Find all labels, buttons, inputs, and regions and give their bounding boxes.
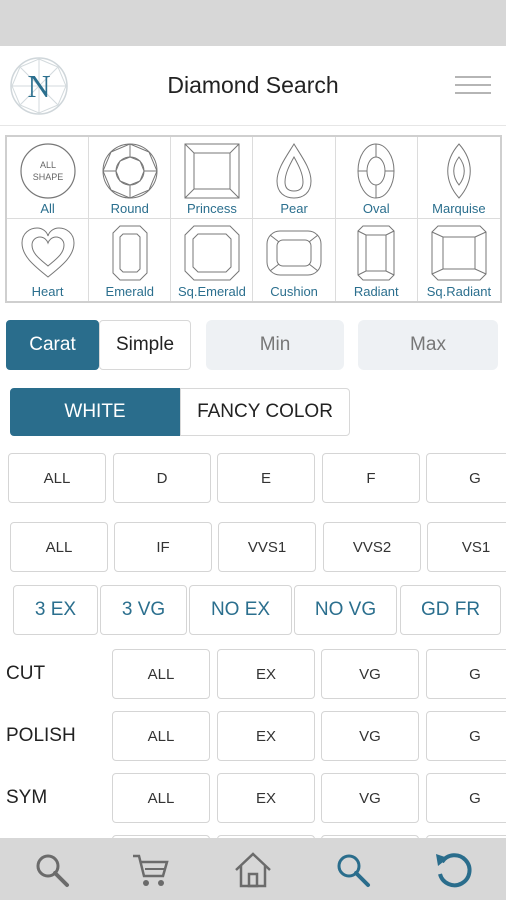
polish-all-button[interactable]: ALL xyxy=(112,711,210,761)
shape-label: Round xyxy=(110,201,149,216)
reset-icon[interactable] xyxy=(434,850,474,890)
sym-all-button[interactable]: ALL xyxy=(112,773,210,823)
carat-row: Carat Simple Min Max xyxy=(6,320,500,370)
round-diamond-icon xyxy=(102,143,158,199)
fancy-color-toggle[interactable]: FANCY COLOR xyxy=(180,388,350,436)
shape-label: Princess xyxy=(186,201,237,216)
sym-ex-button[interactable]: EX xyxy=(217,773,315,823)
preset-3vg-button[interactable]: 3 VG xyxy=(100,585,187,635)
app-header: N Diamond Search xyxy=(0,46,506,126)
princess-diamond-icon xyxy=(184,143,240,199)
color-f-button[interactable]: F xyxy=(322,453,420,503)
color-e-button[interactable]: E xyxy=(217,453,315,503)
all-shape-icon: ALL SHAPE xyxy=(19,143,76,199)
shape-label: Radiant xyxy=(353,284,399,299)
search-icon[interactable] xyxy=(32,850,72,890)
shape-radiant[interactable]: Radiant xyxy=(336,219,418,301)
carat-min-input[interactable]: Min xyxy=(206,320,344,370)
carat-toggle[interactable]: Carat xyxy=(6,320,99,370)
color-all-button[interactable]: ALL xyxy=(8,453,106,503)
cushion-diamond-icon xyxy=(266,230,322,276)
shape-label: Sq.Emerald xyxy=(177,284,246,299)
all-shape-text-1: ALL xyxy=(40,160,56,170)
square-radiant-diamond-icon xyxy=(431,225,487,281)
shape-heart[interactable]: Heart xyxy=(7,219,90,301)
preset-gdfr-button[interactable]: GD FR xyxy=(400,585,501,635)
carat-max-input[interactable]: Max xyxy=(358,320,498,370)
diamond-search-icon[interactable] xyxy=(333,850,373,890)
preset-row: 3 EX 3 VG NO EX NO VG GD FR xyxy=(0,585,506,635)
shape-label: Heart xyxy=(31,284,64,299)
shape-label: All xyxy=(40,201,55,216)
menu-icon[interactable] xyxy=(455,76,491,96)
shape-oval[interactable]: Oval xyxy=(335,137,418,219)
simple-toggle[interactable]: Simple xyxy=(99,320,191,370)
sym-vg-button[interactable]: VG xyxy=(321,773,419,823)
polish-row: POLISH ALL EX VG G xyxy=(0,711,506,761)
square-emerald-diamond-icon xyxy=(184,225,240,281)
cut-ex-button[interactable]: EX xyxy=(217,649,315,699)
clarity-row: ALL IF VVS1 VVS2 VS1 xyxy=(0,522,506,572)
color-d-button[interactable]: D xyxy=(113,453,211,503)
shape-label: Cushion xyxy=(270,284,318,299)
shape-sq-emerald[interactable]: Sq.Emerald xyxy=(171,219,254,301)
shape-label: Oval xyxy=(362,201,390,216)
clarity-vvs1-button[interactable]: VVS1 xyxy=(218,522,316,572)
clarity-if-button[interactable]: IF xyxy=(114,522,212,572)
color-g-button[interactable]: G xyxy=(426,453,506,503)
sym-row: SYM ALL EX VG G xyxy=(0,773,506,823)
sym-g-button[interactable]: G xyxy=(426,773,506,823)
status-bar xyxy=(0,0,506,46)
shape-label: Emerald xyxy=(105,284,154,299)
cut-g-button[interactable]: G xyxy=(426,649,506,699)
clarity-all-button[interactable]: ALL xyxy=(10,522,108,572)
shape-cushion[interactable]: Cushion xyxy=(253,219,336,301)
shape-emerald[interactable]: Emerald xyxy=(89,219,172,301)
cart-icon[interactable] xyxy=(131,850,171,890)
preset-3ex-button[interactable]: 3 EX xyxy=(13,585,98,635)
polish-ex-button[interactable]: EX xyxy=(217,711,315,761)
cut-row: CUT ALL EX VG G xyxy=(0,649,506,699)
radiant-diamond-icon xyxy=(357,225,395,281)
shape-label: Sq.Radiant xyxy=(426,284,492,299)
polish-g-button[interactable]: G xyxy=(426,711,506,761)
color-grade-row: ALL D E F G xyxy=(0,453,506,503)
cut-vg-button[interactable]: VG xyxy=(321,649,419,699)
emerald-diamond-icon xyxy=(112,225,148,281)
shape-princess[interactable]: Princess xyxy=(171,137,254,219)
page-title: Diamond Search xyxy=(167,72,339,98)
shape-grid: ALL SHAPE All Round Princess Pear Oval M… xyxy=(5,135,502,303)
pear-diamond-icon xyxy=(276,143,312,199)
sym-label: SYM xyxy=(6,787,48,808)
shape-pear[interactable]: Pear xyxy=(253,137,336,219)
polish-vg-button[interactable]: VG xyxy=(321,711,419,761)
preset-novg-button[interactable]: NO VG xyxy=(294,585,397,635)
marquise-diamond-icon xyxy=(447,143,471,199)
shape-label: Pear xyxy=(280,201,308,216)
oval-diamond-icon xyxy=(357,143,395,199)
shape-marquise[interactable]: Marquise xyxy=(417,137,500,219)
clarity-vvs2-button[interactable]: VVS2 xyxy=(323,522,421,572)
clarity-vs1-button[interactable]: VS1 xyxy=(427,522,506,572)
cut-label: CUT xyxy=(6,663,46,684)
white-toggle[interactable]: WHITE xyxy=(10,388,180,436)
polish-label: POLISH xyxy=(6,725,76,746)
cut-all-button[interactable]: ALL xyxy=(112,649,210,699)
preset-noex-button[interactable]: NO EX xyxy=(189,585,292,635)
all-shape-text-2: SHAPE xyxy=(32,172,63,182)
home-icon[interactable] xyxy=(233,850,273,890)
heart-diamond-icon xyxy=(21,227,75,278)
shape-label: Marquise xyxy=(432,201,486,216)
shape-round[interactable]: Round xyxy=(89,137,172,219)
shape-all[interactable]: ALL SHAPE All xyxy=(7,137,90,219)
bottom-nav xyxy=(0,838,506,900)
shape-sq-radiant[interactable]: Sq.Radiant xyxy=(418,219,500,301)
